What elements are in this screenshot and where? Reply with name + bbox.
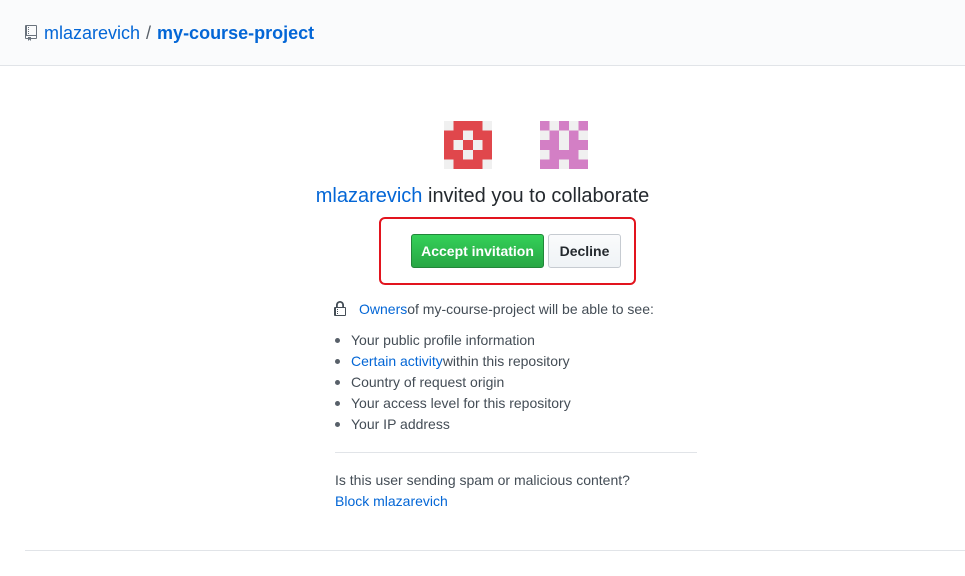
footer-divider — [25, 550, 965, 551]
list-item: Certain activity within this repository — [335, 351, 571, 372]
invitee-avatar — [540, 121, 588, 169]
invitation-message: invited you to collaborate — [422, 185, 650, 207]
list-item-text: Your IP address — [351, 416, 450, 432]
invitation-heading: mlazarevich invited you to collaborate — [0, 183, 965, 209]
inviter-link[interactable]: mlazarevich — [316, 185, 423, 207]
visibility-notice: Owners of my-course-project will be able… — [334, 300, 654, 318]
block-user-link[interactable]: Block mlazarevich — [335, 492, 448, 510]
divider — [335, 452, 697, 453]
lock-icon — [334, 301, 346, 316]
visibility-intro: of my-course-project will be able to see… — [407, 301, 654, 317]
owners-link[interactable]: Owners — [359, 300, 407, 318]
repo-name-link[interactable]: my-course-project — [157, 21, 314, 45]
list-item-text: Your access level for this repository — [351, 395, 571, 411]
list-item-text: Country of request origin — [351, 374, 505, 390]
accept-invitation-button[interactable]: Accept invitation — [411, 234, 544, 268]
bullet-icon — [335, 338, 340, 343]
spam-question: Is this user sending spam or malicious c… — [335, 472, 630, 488]
list-item: Your access level for this repository — [335, 393, 571, 414]
bullet-icon — [335, 380, 340, 385]
decline-button[interactable]: Decline — [548, 234, 621, 268]
path-separator: / — [146, 23, 152, 43]
repo-owner-link[interactable]: mlazarevich — [44, 21, 140, 45]
list-item: Your IP address — [335, 414, 571, 435]
bullet-icon — [335, 401, 340, 406]
inviter-avatar[interactable] — [444, 121, 492, 169]
bullet-icon — [335, 422, 340, 427]
repository-title: mlazarevich / my-course-project — [25, 21, 314, 45]
list-item: Country of request origin — [335, 372, 571, 393]
certain-activity-link[interactable]: Certain activity — [351, 351, 443, 372]
visibility-list: Your public profile information Certain … — [335, 330, 571, 435]
list-item: Your public profile information — [335, 330, 571, 351]
list-item-text: Your public profile information — [351, 332, 535, 348]
repo-icon — [25, 25, 37, 41]
repository-header: mlazarevich / my-course-project — [0, 0, 965, 66]
list-item-text: within this repository — [442, 353, 570, 369]
bullet-icon — [335, 359, 340, 364]
